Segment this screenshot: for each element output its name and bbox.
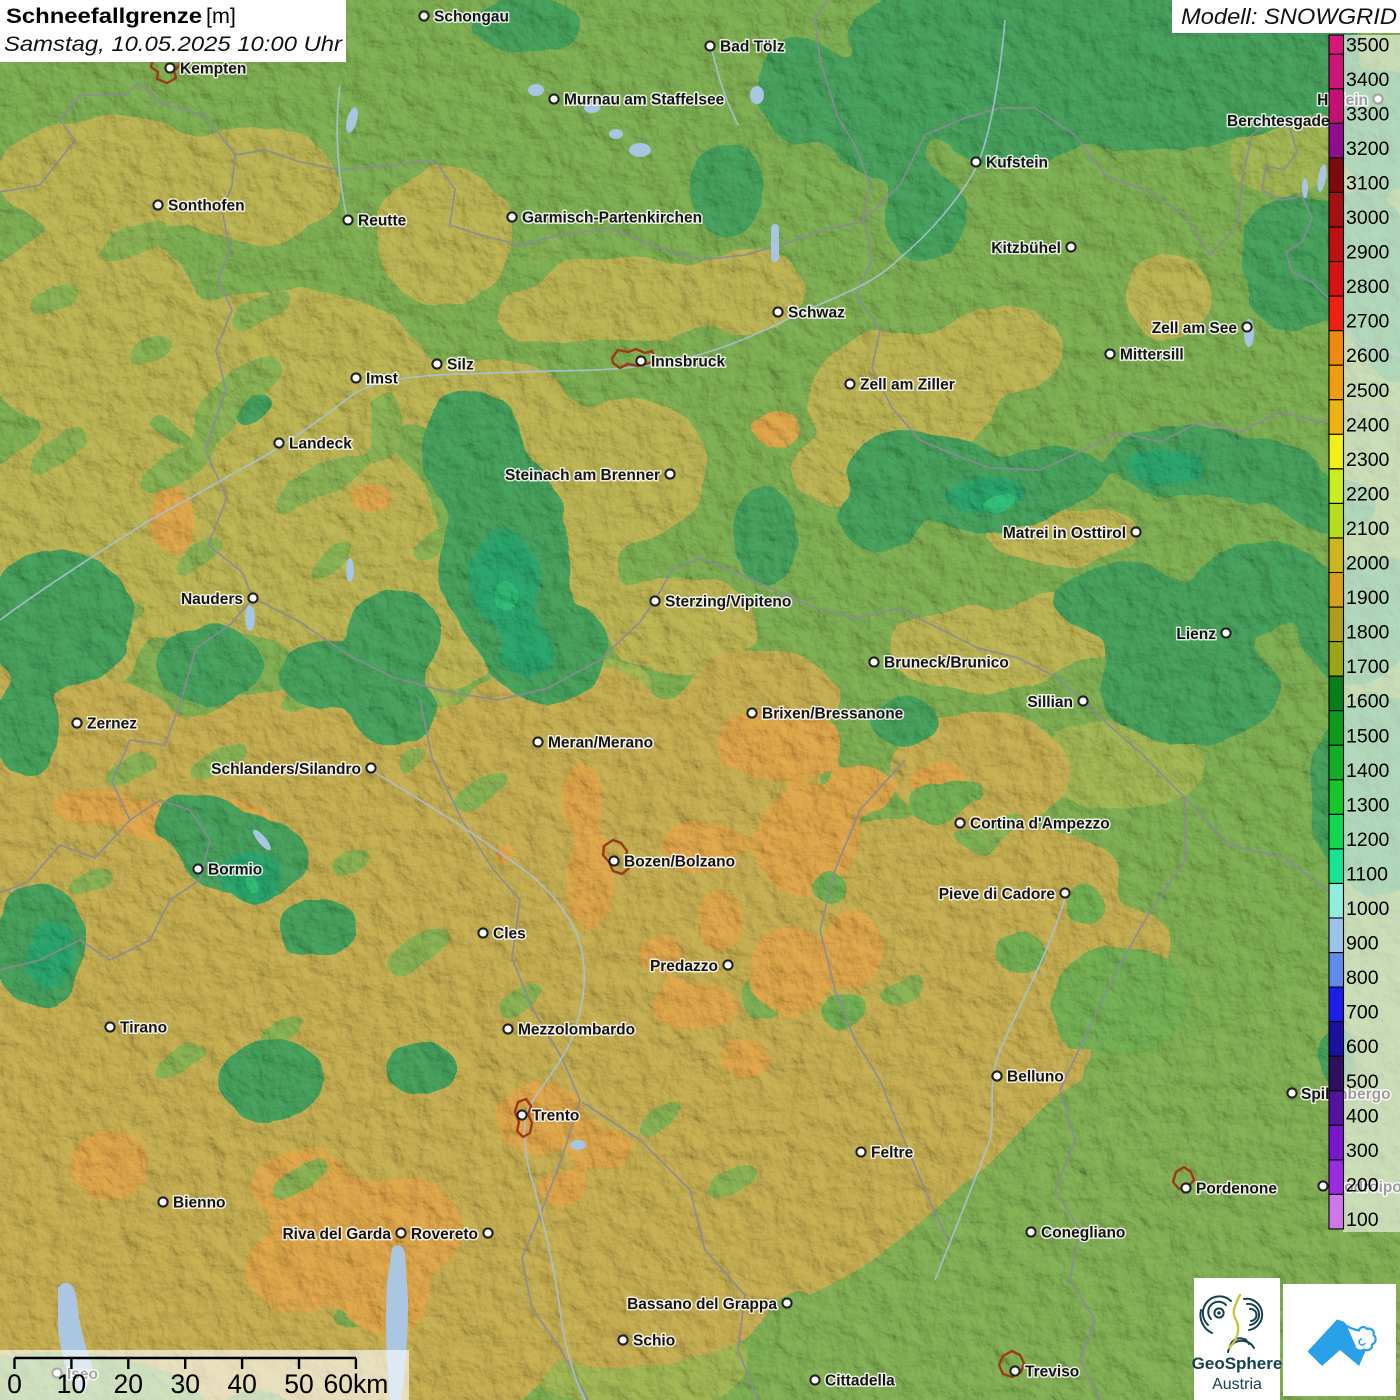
svg-text:Lienz: Lienz [1176, 626, 1216, 643]
svg-text:2700: 2700 [1346, 311, 1390, 333]
svg-text:2500: 2500 [1346, 380, 1390, 402]
svg-text:Nauders: Nauders [181, 591, 243, 608]
svg-text:1800: 1800 [1346, 622, 1390, 644]
svg-text:Mittersill: Mittersill [1120, 347, 1184, 364]
svg-text:Sonthofen: Sonthofen [168, 198, 245, 215]
svg-text:100: 100 [1346, 1209, 1379, 1231]
svg-text:Cles: Cles [493, 926, 526, 943]
svg-text:1900: 1900 [1346, 587, 1390, 609]
svg-text:Kufstein: Kufstein [986, 155, 1048, 172]
svg-text:Innsbruck: Innsbruck [651, 354, 725, 371]
svg-text:1000: 1000 [1346, 898, 1390, 920]
svg-text:2200: 2200 [1346, 483, 1390, 505]
svg-text:Kempten: Kempten [180, 61, 246, 78]
svg-text:300: 300 [1346, 1140, 1379, 1162]
svg-text:Pordenone: Pordenone [1196, 1181, 1277, 1198]
svg-text:Zernez: Zernez [87, 716, 137, 733]
svg-text:Cittadella: Cittadella [825, 1373, 895, 1390]
svg-text:500: 500 [1346, 1071, 1379, 1093]
svg-text:Cortina d'Ampezzo: Cortina d'Ampezzo [970, 816, 1110, 833]
svg-text:Treviso: Treviso [1025, 1364, 1079, 1381]
svg-text:Meran/Merano: Meran/Merano [548, 735, 653, 752]
svg-text:1500: 1500 [1346, 725, 1390, 747]
svg-text:900: 900 [1346, 933, 1379, 955]
svg-text:Bruneck/Brunico: Bruneck/Brunico [884, 655, 1009, 672]
svg-text:Mezzolombardo: Mezzolombardo [518, 1022, 635, 1039]
svg-text:60km: 60km [323, 1369, 388, 1399]
svg-text:2600: 2600 [1346, 345, 1390, 367]
svg-text:Samstag, 10.05.2025 10:00 Uhr: Samstag, 10.05.2025 10:00 Uhr [4, 32, 343, 56]
svg-text:Schneefallgrenze: Schneefallgrenze [6, 4, 202, 28]
svg-text:3200: 3200 [1346, 138, 1390, 160]
svg-text:0: 0 [7, 1369, 22, 1399]
svg-text:Predazzo: Predazzo [650, 958, 718, 975]
svg-text:2400: 2400 [1346, 414, 1390, 436]
svg-text:1200: 1200 [1346, 829, 1390, 851]
svg-text:Murnau am Staffelsee: Murnau am Staffelsee [564, 92, 725, 109]
svg-text:Bormio: Bormio [208, 862, 262, 879]
svg-text:Imst: Imst [366, 371, 398, 388]
svg-text:2300: 2300 [1346, 449, 1390, 471]
svg-text:10: 10 [57, 1369, 86, 1399]
svg-text:400: 400 [1346, 1105, 1379, 1127]
svg-text:Landeck: Landeck [289, 436, 352, 453]
svg-text:Riva del Garda: Riva del Garda [282, 1226, 391, 1243]
svg-text:2900: 2900 [1346, 242, 1390, 264]
svg-text:40: 40 [227, 1369, 256, 1399]
svg-text:[m]: [m] [206, 4, 236, 28]
svg-text:Bad Tölz: Bad Tölz [720, 39, 785, 56]
svg-text:Bienno: Bienno [173, 1195, 226, 1212]
svg-text:Reutte: Reutte [358, 213, 407, 230]
svg-text:Sterzing/Vipiteno: Sterzing/Vipiteno [665, 594, 791, 611]
svg-text:Steinach am Brenner: Steinach am Brenner [505, 467, 660, 484]
svg-text:Bozen/Bolzano: Bozen/Bolzano [624, 854, 735, 871]
svg-text:1600: 1600 [1346, 691, 1390, 713]
svg-text:Schwaz: Schwaz [788, 305, 845, 322]
svg-text:1300: 1300 [1346, 794, 1390, 816]
svg-text:Zell am Ziller: Zell am Ziller [860, 377, 955, 394]
svg-text:Sillian: Sillian [1027, 694, 1073, 711]
svg-text:Conegliano: Conegliano [1041, 1225, 1125, 1242]
svg-text:Schongau: Schongau [434, 9, 509, 26]
svg-text:600: 600 [1346, 1036, 1379, 1058]
svg-text:3400: 3400 [1346, 69, 1390, 91]
svg-text:3500: 3500 [1346, 34, 1390, 56]
svg-text:2800: 2800 [1346, 276, 1390, 298]
svg-text:Schlanders/Silandro: Schlanders/Silandro [211, 761, 361, 778]
svg-text:Belluno: Belluno [1007, 1069, 1064, 1086]
svg-text:800: 800 [1346, 967, 1379, 989]
svg-text:50: 50 [284, 1369, 313, 1399]
svg-text:3000: 3000 [1346, 207, 1390, 229]
svg-text:1700: 1700 [1346, 656, 1390, 678]
svg-text:GeoSphere: GeoSphere [1192, 1354, 1283, 1373]
svg-text:Austria: Austria [1212, 1376, 1262, 1393]
svg-text:Rovereto: Rovereto [411, 1226, 478, 1243]
svg-text:Garmisch-Partenkirchen: Garmisch-Partenkirchen [522, 210, 702, 227]
svg-text:Silz: Silz [447, 357, 474, 374]
svg-text:Brixen/Bressanone: Brixen/Bressanone [762, 706, 904, 723]
svg-text:1400: 1400 [1346, 760, 1390, 782]
svg-text:2000: 2000 [1346, 553, 1390, 575]
svg-text:Kitzbühel: Kitzbühel [991, 240, 1061, 257]
svg-text:Matrei in Osttirol: Matrei in Osttirol [1003, 525, 1126, 542]
svg-text:Tirano: Tirano [120, 1020, 167, 1037]
svg-text:Zell am See: Zell am See [1152, 320, 1238, 337]
svg-text:Feltre: Feltre [871, 1145, 914, 1162]
svg-text:3300: 3300 [1346, 103, 1390, 125]
svg-text:700: 700 [1346, 1002, 1379, 1024]
svg-text:1100: 1100 [1346, 864, 1388, 886]
svg-text:30: 30 [170, 1369, 199, 1399]
svg-text:Berchtesgaden: Berchtesgaden [1227, 113, 1339, 130]
svg-text:Schio: Schio [633, 1333, 675, 1350]
svg-text:2100: 2100 [1346, 518, 1390, 540]
svg-text:Modell: SNOWGRID: Modell: SNOWGRID [1181, 4, 1397, 29]
svg-text:20: 20 [114, 1369, 143, 1399]
svg-text:Trento: Trento [532, 1108, 579, 1125]
svg-text:200: 200 [1346, 1174, 1379, 1196]
svg-text:Bassano del Grappa: Bassano del Grappa [627, 1296, 777, 1313]
svg-text:Pieve di Cadore: Pieve di Cadore [939, 886, 1056, 903]
svg-text:3100: 3100 [1346, 173, 1390, 195]
